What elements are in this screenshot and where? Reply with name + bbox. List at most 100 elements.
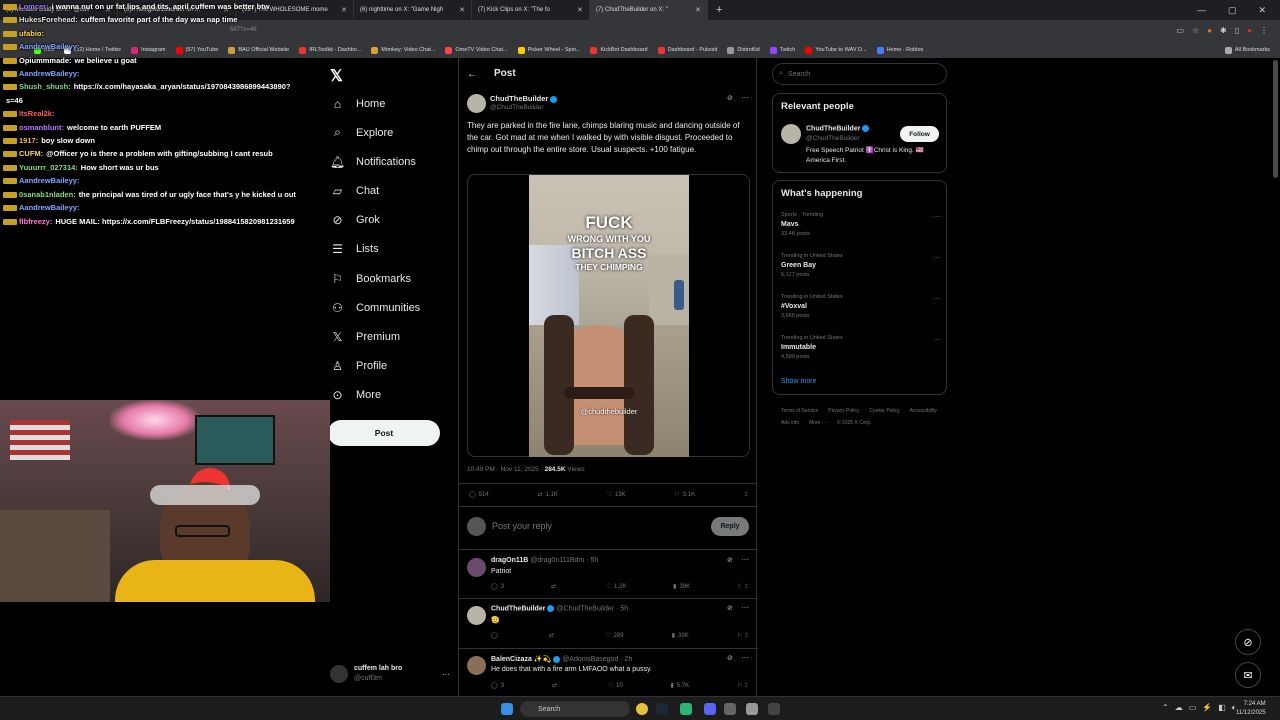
app-icon[interactable] [680, 703, 692, 715]
reply-button[interactable]: Reply [711, 517, 749, 536]
bookmark-icon[interactable]: ⚐ ⇪ [737, 632, 749, 639]
share-action[interactable]: ⇪ [744, 491, 749, 498]
trend-item[interactable]: Trending in United States Immutable 4,599 … [781, 335, 941, 360]
reply-action[interactable]: ◯ 514 [469, 491, 489, 499]
star-icon[interactable]: ☆ [1192, 26, 1199, 35]
trend-item[interactable]: Sports · Trending Mavs 33.4K posts ··· [781, 212, 941, 237]
extension-icon[interactable]: ● [1207, 26, 1212, 35]
cast-icon[interactable]: ▭ [1176, 26, 1184, 35]
author-name[interactable]: ChudTheBuilder [490, 94, 558, 103]
nav-lists[interactable]: ☰ Lists [331, 242, 379, 256]
discord-icon[interactable] [704, 703, 716, 715]
nav-notifications[interactable]: 🔔︎ Notifications [330, 155, 416, 169]
nav-chat[interactable]: ▱ Chat [331, 184, 379, 198]
bookmark-action[interactable]: ⚐ 3.1K [674, 491, 695, 499]
close-icon[interactable]: ✕ [695, 6, 701, 14]
back-arrow-icon[interactable]: ← [467, 69, 477, 80]
browser-tab[interactable]: (7) Kick Clips on X: "The fo ✕ [472, 0, 590, 20]
bookmark-item[interactable]: Twitch [769, 46, 795, 54]
person-name[interactable]: ChudTheBuilder [806, 125, 870, 132]
bookmark-icon[interactable]: ⚐ ⇪ [737, 583, 749, 590]
nav-premium[interactable]: 𝕏 Premium [331, 330, 400, 344]
bookmark-icon[interactable]: ⚐ ⇪ [737, 682, 749, 689]
nav-explore[interactable]: ⌕ Explore [331, 125, 393, 139]
post-button[interactable]: Post [328, 420, 440, 446]
repost-action[interactable]: ⇄ [549, 632, 557, 639]
maximize-icon[interactable]: ▢ [1228, 5, 1237, 16]
app-icon[interactable] [724, 703, 736, 715]
bookmark-item[interactable]: KickBot Dashboard [590, 46, 648, 54]
more-dots-icon[interactable]: ··· [741, 603, 749, 612]
post-media-frame[interactable]: FUCK WRONG WITH YOU BITCH ASS THEY CHIMP… [467, 174, 750, 457]
nav-communities[interactable]: ⚇ Communities [331, 301, 420, 315]
chrome-icon[interactable] [636, 703, 648, 715]
close-icon[interactable]: ✕ [577, 6, 583, 14]
more-dots-icon[interactable]: ··· [741, 653, 749, 662]
grok-icon[interactable]: ⊘ [727, 654, 733, 662]
messages-fab-icon[interactable]: ✉ [1235, 662, 1261, 688]
more-dots-icon[interactable]: ··· [741, 93, 749, 102]
scrollbar[interactable] [1273, 60, 1278, 178]
more-dots-icon[interactable]: ··· [741, 555, 749, 564]
reply-input[interactable]: Post your reply [492, 521, 552, 531]
reply-action[interactable]: ◯ [491, 632, 501, 639]
new-tab-icon[interactable]: + [708, 4, 730, 16]
author-avatar[interactable] [467, 94, 486, 113]
show-more-link[interactable]: Show more [781, 378, 816, 385]
windows-start-icon[interactable] [501, 703, 513, 715]
grok-icon[interactable]: ⊘ [727, 94, 733, 102]
repost-action[interactable]: ⇄ [552, 682, 560, 689]
close-icon[interactable]: ✕ [459, 6, 465, 14]
account-switcher[interactable]: cuffem lah bro @cuff3m ··· [330, 662, 450, 686]
nav-grok[interactable]: ⊘ Grok [331, 213, 379, 227]
system-tray-icons[interactable]: ⌃☁▭⚡◧🔈︎ [1162, 703, 1243, 713]
taskbar-search[interactable]: Search [520, 701, 630, 717]
like-action[interactable]: ♡ 1.2K [606, 583, 627, 591]
close-icon[interactable]: ✕ [341, 6, 347, 14]
trend-item[interactable]: Trending in United States Green Bay 5,127 … [781, 253, 941, 278]
steam-icon[interactable] [656, 703, 668, 715]
nav-more[interactable]: ⊙ More [331, 388, 381, 402]
repost-action[interactable]: ⇄ [551, 583, 559, 590]
post-video[interactable]: FUCK WRONG WITH YOU BITCH ASS THEY CHIMP… [529, 175, 689, 457]
profile-icon[interactable]: ● [1247, 26, 1252, 35]
views-action[interactable]: ▮ 39K [672, 632, 689, 640]
bookmark-item[interactable]: Picker Wheel - Spin... [517, 46, 580, 54]
follow-button[interactable]: Follow [900, 126, 939, 142]
avatar[interactable] [781, 124, 801, 144]
views-action[interactable]: ▮ 5.7K [670, 682, 689, 690]
clock[interactable]: 7:24 AM 11/12/2025 [1236, 700, 1266, 718]
x-logo-icon[interactable]: 𝕏 [330, 66, 343, 86]
browser-tab[interactable]: (6) nighttime on X: "Game Nigh ✕ [354, 0, 472, 20]
app-icon[interactable] [746, 703, 758, 715]
bookmark-item[interactable]: YouTube to WAV D... [805, 46, 867, 54]
window-close-icon[interactable]: ✕ [1258, 5, 1266, 16]
like-action[interactable]: ♡ 10 [608, 682, 623, 690]
nav-home[interactable]: ⌂ Home [331, 97, 385, 111]
reply-action[interactable]: ◯ 3 [491, 682, 504, 690]
search-input[interactable]: ⌕ Search [772, 63, 947, 85]
bookmark-item[interactable]: DistroKid [727, 46, 760, 54]
menu-icon[interactable]: ⋮ [1260, 26, 1268, 35]
bookmark-item[interactable]: Dashboard - Pulsoid [657, 46, 717, 54]
trend-item[interactable]: Trending in United States #Voxval 3,666 po… [781, 294, 941, 319]
grok-icon[interactable]: ⊘ [727, 556, 733, 564]
nav-bookmarks[interactable]: ⚐ Bookmarks [331, 272, 411, 286]
reply-action[interactable]: ◯ 3 [491, 583, 504, 591]
all-bookmarks[interactable]: All Bookmarks [1224, 46, 1280, 54]
app-icon[interactable] [768, 703, 780, 715]
post-timestamp[interactable]: 10:49 PM · Nov 11, 2025 · 284.5K Views [467, 466, 585, 473]
bookmark-item[interactable]: Monkey: Video Chat... [371, 46, 435, 54]
bookmark-item[interactable]: OmeTV Video Chat... [445, 46, 508, 54]
nav-profile[interactable]: ♙ Profile [331, 359, 387, 373]
bookmark-item[interactable]: Home - Roblox [876, 46, 923, 54]
grok-icon[interactable]: ⊘ [727, 604, 733, 612]
like-action[interactable]: ♡ 289 [605, 632, 623, 640]
grok-fab-icon[interactable]: ⊘ [1235, 629, 1261, 655]
author-handle[interactable]: @ChudTheBuilder [490, 104, 544, 111]
minimize-icon[interactable]: — [1197, 5, 1206, 16]
browser-tab-active[interactable]: (7) ChudTheBuilder on X: " ✕ [590, 0, 708, 20]
repost-action[interactable]: ⇄ 1.1K [537, 491, 557, 499]
puzzle-icon[interactable]: ✱ [1220, 26, 1227, 35]
like-action[interactable]: ♡ 13K [607, 491, 626, 499]
